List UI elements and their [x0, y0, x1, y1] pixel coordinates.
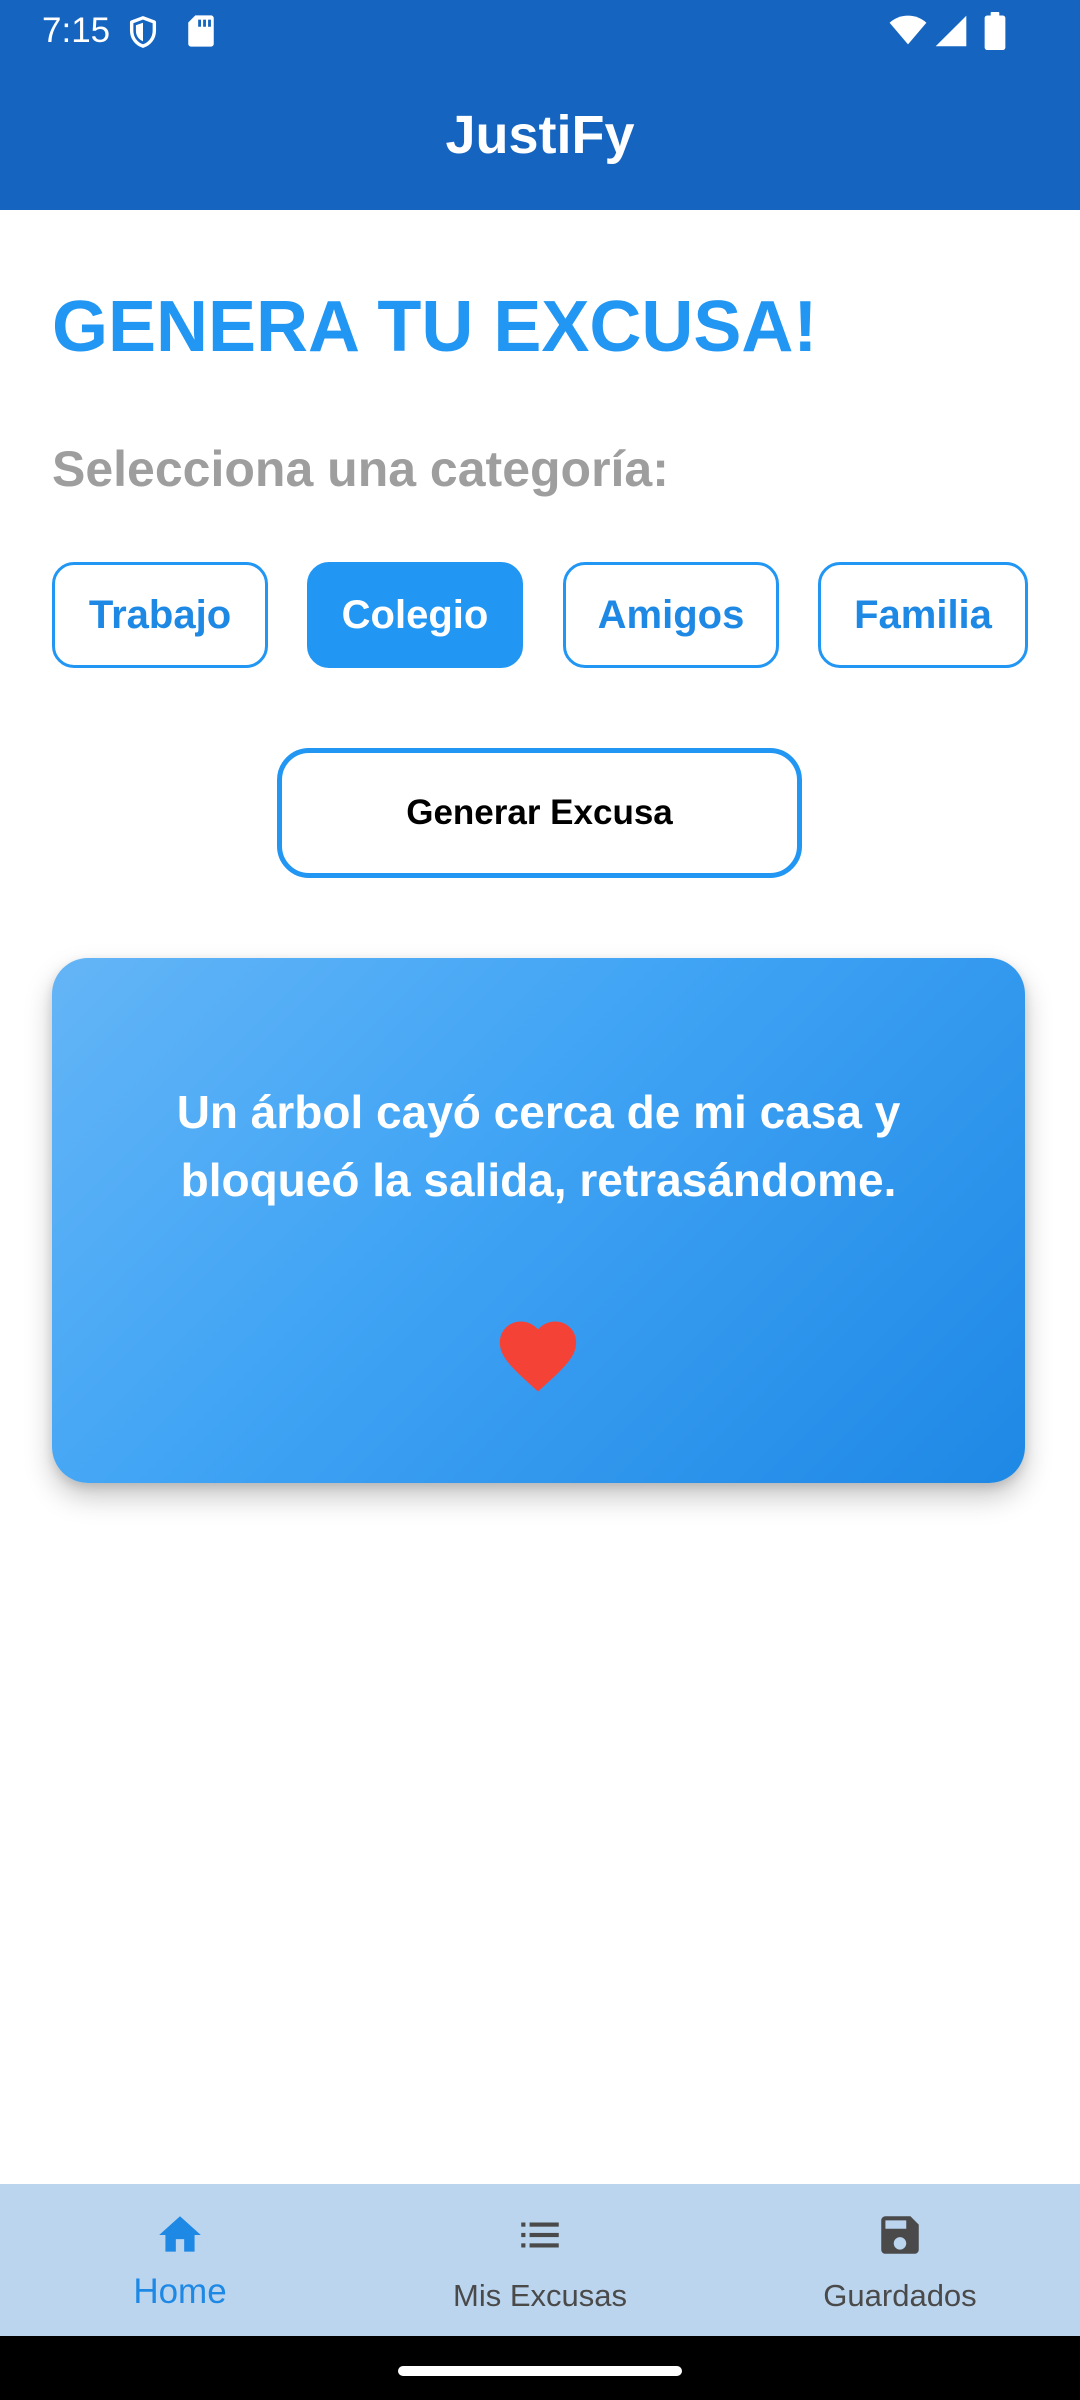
category-chip-trabajo[interactable]: Trabajo — [52, 562, 268, 668]
category-chip-label: Colegio — [341, 592, 489, 637]
nav-label-home: Home — [133, 2272, 227, 2311]
category-prompt: Selecciona una categoría: — [52, 441, 669, 497]
nav-item-mis-excusas[interactable]: Mis Excusas — [360, 2184, 720, 2336]
nav-item-home[interactable]: Home — [0, 2184, 360, 2336]
generate-excuse-label: Generar Excusa — [406, 793, 673, 832]
app-bar: 7:15 JustiFy — [0, 0, 1080, 210]
system-navigation-bar — [0, 2336, 1080, 2400]
heart-icon[interactable] — [492, 1310, 584, 1394]
nav-item-guardados[interactable]: Guardados — [720, 2184, 1080, 2336]
wifi-icon — [889, 15, 927, 45]
home-icon — [159, 2216, 201, 2252]
gesture-home-indicator[interactable] — [398, 2366, 682, 2376]
excuse-card: Un árbol cayó cerca de mi casa y bloqueó… — [52, 958, 1025, 1483]
status-bar: 7:15 — [0, 0, 1080, 62]
shield-icon — [129, 16, 157, 48]
category-chip-colegio[interactable]: Colegio — [307, 562, 523, 668]
nav-label-guardados: Guardados — [823, 2278, 977, 2313]
excuse-text: Un árbol cayó cerca de mi casa y bloqueó… — [176, 1086, 901, 1206]
save-icon — [881, 2216, 919, 2254]
nav-label-mis-excusas: Mis Excusas — [453, 2278, 627, 2313]
category-chip-familia[interactable]: Familia — [818, 562, 1028, 668]
status-time: 7:15 — [42, 11, 111, 50]
sd-card-icon — [188, 15, 214, 47]
bottom-navigation: Home Mis Excusas Guardados — [0, 2184, 1080, 2336]
category-chip-amigos[interactable]: Amigos — [563, 562, 779, 668]
category-chip-label: Amigos — [597, 592, 745, 637]
generate-excuse-button[interactable]: Generar Excusa — [277, 748, 802, 878]
app-title: JustiFy — [445, 105, 635, 165]
category-chip-label: Trabajo — [88, 592, 232, 637]
screen: 7:15 JustiFy GENERA TU EXCUSA! Seleccion… — [0, 0, 1080, 2400]
page-headline: GENERA TU EXCUSA! — [52, 287, 818, 367]
category-chip-label: Familia — [854, 592, 992, 637]
battery-icon — [984, 12, 1006, 50]
signal-icon — [935, 15, 967, 47]
list-icon — [521, 2222, 559, 2248]
